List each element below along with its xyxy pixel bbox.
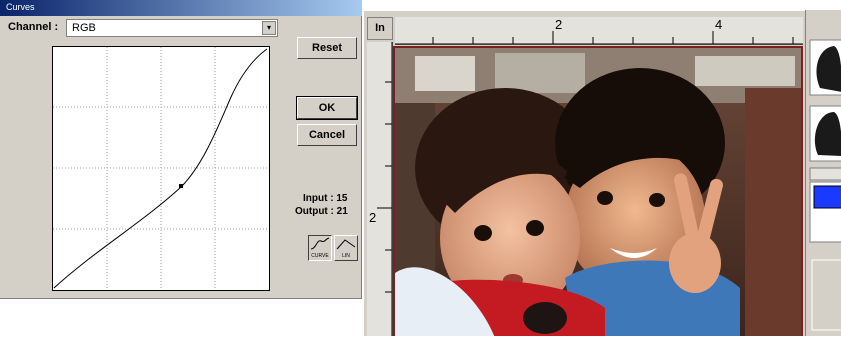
curve-graph-svg[interactable] — [53, 47, 269, 290]
ruler-top: 2 4 — [395, 17, 803, 45]
cancel-button[interactable]: Cancel — [297, 124, 357, 146]
curve-mode-button[interactable]: CURVE — [308, 235, 332, 261]
ruler-ticks — [395, 31, 803, 45]
linear-mode-button[interactable]: LIN — [334, 235, 358, 261]
dropdown-arrow-icon[interactable]: ▾ — [262, 21, 276, 35]
ruler-ticks — [377, 42, 393, 336]
curve-line[interactable] — [53, 48, 268, 289]
ok-button[interactable]: OK — [296, 96, 358, 120]
preview-photo[interactable] — [393, 46, 803, 336]
title-bar[interactable]: Curves — [0, 0, 362, 16]
ruler-label: 4 — [715, 17, 723, 32]
reset-button[interactable]: Reset — [297, 37, 357, 59]
selected-swatch — [813, 185, 841, 209]
right-panel-thumbnails — [809, 39, 841, 331]
input-readout: Input : 15 — [303, 193, 348, 204]
curve-graph[interactable] — [52, 46, 270, 291]
curve-icon — [310, 237, 330, 250]
ruler-label: 2 — [555, 17, 563, 32]
channel-value: RGB — [72, 22, 96, 34]
curve-control-point[interactable] — [179, 184, 183, 188]
linear-icon — [336, 239, 356, 250]
channel-label: Channel : — [8, 21, 59, 33]
ruler-left: 2 — [367, 42, 393, 336]
ruler-label: 2 — [369, 210, 377, 225]
linear-mode-label: LIN — [342, 253, 350, 259]
unit-button[interactable]: In — [367, 17, 393, 40]
dialog-title: Curves — [6, 2, 35, 12]
curve-mode-label: CURVE — [311, 253, 329, 259]
photo-image — [395, 48, 801, 336]
channel-select[interactable]: RGB ▾ — [66, 19, 278, 37]
right-panel — [805, 10, 841, 336]
output-readout: Output : 21 — [295, 206, 348, 217]
